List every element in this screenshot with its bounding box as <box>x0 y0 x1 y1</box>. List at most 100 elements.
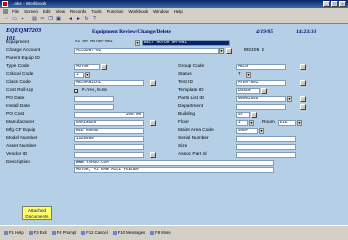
menu-view[interactable]: View <box>56 8 65 15</box>
equipment-field: #2 RM MOTOR-001 <box>75 40 113 44</box>
maint-area-code-dropdown-button[interactable]: ▾ <box>259 128 264 134</box>
status-dropdown-button[interactable]: ▾ <box>246 72 251 78</box>
header-time: 14:23:31 <box>296 29 317 35</box>
menu-records[interactable]: Records <box>70 8 86 15</box>
parts-list-id-lookup-button[interactable]: … <box>300 96 306 102</box>
room-label: Room <box>262 120 275 125</box>
room-field[interactable]: ELE <box>278 120 296 126</box>
toolbar-separator <box>63 16 66 23</box>
type-code-lookup-button[interactable]: … <box>101 64 107 70</box>
po-cost-label: PO Cost <box>6 112 25 117</box>
description-field-2[interactable]: MOTOR, #1 RAW MILL FEEDER <box>74 167 274 173</box>
floor-dropdown-button[interactable]: ▾ <box>249 120 254 126</box>
cut-icon[interactable]: ✂ <box>39 15 46 23</box>
floor-field[interactable]: 1 <box>236 120 248 126</box>
f12-cancel-label: F12 Cancel <box>86 230 108 235</box>
window-titlebar: ..oks - Workbook _ □ × <box>0 0 348 8</box>
room-dropdown-button[interactable]: ▾ <box>297 120 302 126</box>
group-code-lookup-button[interactable]: … <box>300 64 306 70</box>
assoc-part-id-field[interactable] <box>236 152 296 158</box>
menu-workbook[interactable]: Workbook <box>128 8 148 15</box>
charge-account-label: Charge Account <box>6 48 41 53</box>
po-date-field[interactable] <box>74 96 114 102</box>
charge-account-dropdown-button[interactable]: ▾ <box>219 48 224 54</box>
menu-file[interactable]: File <box>12 8 19 15</box>
description-field-1[interactable]: WWW.YAHOO.COM <box>74 160 274 166</box>
building-lookup-button[interactable]: … <box>251 112 257 118</box>
vendor-id-field[interactable] <box>74 152 144 158</box>
mfg-cf-equip-field[interactable]: RED HORSE <box>74 128 144 134</box>
asset-number-field[interactable] <box>74 144 144 150</box>
size-label: Size <box>178 144 188 149</box>
f10-messages-button[interactable]: F10 Messages <box>112 230 145 235</box>
cost-roll-up-label: Cost Roll-Up <box>6 88 34 93</box>
test-id-field[interactable]: MTEM-001 <box>236 80 286 86</box>
equipment-dropdown-button[interactable]: ▾ <box>135 40 140 46</box>
window-title: ..oks - Workbook <box>12 1 47 6</box>
minimize-button[interactable]: _ <box>323 1 330 7</box>
open-icon[interactable]: ▭ <box>11 15 18 23</box>
class-code-field[interactable]: MECHANICAL <box>74 80 144 86</box>
template-id-field[interactable]: DOSEN <box>236 88 260 94</box>
system-menu-icon[interactable] <box>3 9 8 14</box>
close-button[interactable]: × <box>339 1 346 7</box>
menu-screen[interactable]: Screen <box>24 8 38 15</box>
install-date-field[interactable] <box>74 104 114 110</box>
class-code-lookup-button[interactable]: … <box>150 80 156 86</box>
paste-icon[interactable]: ▣ <box>55 15 62 23</box>
building-field[interactable]: SF <box>236 112 250 118</box>
parts-list-id-dropdown-button[interactable]: ▾ <box>287 96 292 102</box>
type-code-field[interactable]: MOTOR <box>74 64 100 70</box>
refresh-icon[interactable]: ↻ <box>83 15 90 23</box>
vendor-id-lookup-button[interactable]: … <box>150 152 156 158</box>
critical-code-field[interactable]: 1 <box>74 72 84 78</box>
copy-icon[interactable]: ❐ <box>47 15 54 23</box>
maint-area-code-field[interactable]: SHOP <box>236 128 258 134</box>
toolbar-separator <box>27 16 30 23</box>
f1-help-button[interactable]: F1 Help <box>4 230 24 235</box>
save-icon[interactable]: ▪ <box>19 15 26 23</box>
menu-function[interactable]: Function <box>107 8 124 15</box>
new-icon[interactable]: ▫ <box>3 15 10 23</box>
print-icon[interactable]: ▤ <box>31 15 38 23</box>
f4-prompt-button[interactable]: F4 Prompt <box>51 230 76 235</box>
charge-account-lookup-button[interactable]: … <box>226 48 232 54</box>
back-icon[interactable]: ◄ <box>67 15 74 23</box>
f12-cancel-button[interactable]: F12 Cancel <box>81 230 108 235</box>
serial-number-field[interactable] <box>236 136 296 142</box>
exit-key-icon <box>28 230 33 235</box>
equipment-description-field[interactable]: BELT MOTOR RM-001 <box>142 40 230 46</box>
f8-more-button[interactable]: F8 More <box>150 230 171 235</box>
window-controls: _ □ × <box>323 1 346 7</box>
template-id-lookup-button[interactable]: … <box>261 88 267 94</box>
charge-account-field[interactable]: ACCOUNT-02 <box>74 48 219 54</box>
parts-list-id-field[interactable]: 00002555 <box>236 96 286 102</box>
critical-code-dropdown-button[interactable]: ▾ <box>85 72 90 78</box>
cost-roll-up-hint: P=Yes,N=No <box>82 89 108 93</box>
cost-roll-up-checkbox[interactable]: ✓ <box>74 89 78 94</box>
test-id-lookup-button[interactable]: … <box>300 80 306 86</box>
menu-edit[interactable]: Edit <box>43 8 51 15</box>
group-code-field[interactable]: MECH <box>236 64 286 70</box>
model-number-field[interactable]: 1SZ9589 <box>74 136 144 142</box>
maximize-button[interactable]: □ <box>331 1 338 7</box>
forward-icon[interactable]: ► <box>75 15 82 23</box>
manufacturer-lookup-button[interactable]: … <box>150 120 156 126</box>
attached-documents-button[interactable]: Attached Documents <box>22 206 52 220</box>
department-lookup-button[interactable]: … <box>300 104 306 110</box>
f3-exit-button[interactable]: F3 Exit <box>28 230 47 235</box>
status-value: T <box>238 73 241 77</box>
menu-bar: File Screen Edit View Records Tools Func… <box>0 8 348 15</box>
model-number-label: Model Number <box>6 136 38 141</box>
menu-window[interactable]: Window <box>153 8 169 15</box>
template-id-label: Template ID <box>178 88 204 93</box>
page-title: Equipment Review/Change/Delete <box>92 29 171 35</box>
more-key-icon <box>150 230 155 235</box>
manufacturer-field[interactable]: GRAINGER <box>74 120 144 126</box>
menu-help[interactable]: Help <box>174 8 183 15</box>
menu-tools[interactable]: Tools <box>91 8 101 15</box>
size-field[interactable] <box>236 144 296 150</box>
help-icon[interactable]: ? <box>91 15 98 23</box>
department-field[interactable] <box>236 104 286 110</box>
po-cost-field[interactable]: 200.00 <box>74 112 144 118</box>
